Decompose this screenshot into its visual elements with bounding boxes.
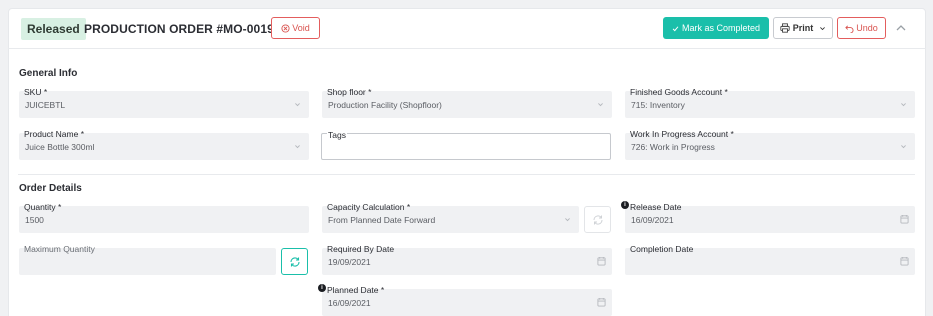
info-icon: i: [318, 284, 326, 292]
release-date-label: Release Date: [630, 202, 682, 212]
status-badge: Released: [21, 18, 86, 40]
product-name-label: Product Name *: [24, 129, 84, 139]
void-label: Void: [292, 23, 310, 33]
printer-icon: [780, 23, 790, 33]
undo-icon: [845, 24, 854, 33]
required-by-date-label: Required By Date: [327, 244, 395, 254]
tags-input[interactable]: Tags: [321, 130, 611, 160]
refresh-icon: [592, 214, 603, 225]
finished-goods-account-select[interactable]: Finished Goods Account * 715: Inventory: [625, 87, 915, 118]
caret-down-icon: [820, 26, 826, 30]
mark-as-completed-button[interactable]: Mark as Completed: [663, 17, 769, 39]
void-icon: [281, 23, 290, 33]
chevron-down-icon: [295, 145, 300, 149]
header-divider: [8, 48, 926, 49]
general-info-heading: General Info: [19, 68, 78, 79]
capacity-calculation-label: Capacity Calculation *: [327, 202, 411, 212]
refresh-icon: [289, 256, 300, 267]
calendar-icon: [597, 256, 606, 266]
undo-button[interactable]: Undo: [837, 17, 886, 39]
sku-select[interactable]: SKU * JUICEBTL: [19, 87, 309, 118]
calendar-icon: [900, 256, 909, 266]
order-details-heading: Order Details: [19, 183, 82, 194]
planned-date-label: Planned Date *: [327, 285, 385, 295]
wip-account-select[interactable]: Work In Progress Account * 726: Work in …: [625, 129, 915, 160]
completion-date-input[interactable]: Completion Date: [625, 244, 915, 275]
mark-as-completed-label: Mark as Completed: [681, 23, 761, 33]
maximum-quantity-input[interactable]: Maximum Quantity: [19, 244, 276, 275]
quantity-label: Quantity *: [24, 202, 62, 212]
wip-account-label: Work In Progress Account *: [630, 129, 734, 139]
quantity-value: 1500: [25, 215, 44, 225]
chevron-down-icon: [295, 103, 300, 107]
required-by-date-input[interactable]: Required By Date 19/09/2021: [322, 244, 612, 275]
chevron-down-icon: [901, 103, 906, 107]
product-name-select[interactable]: Product Name * Juice Bottle 300ml: [19, 129, 309, 160]
capacity-calculation-value: From Planned Date Forward: [328, 215, 436, 225]
shop-floor-value: Production Facility (Shopfloor): [328, 100, 442, 110]
quantity-input[interactable]: Quantity * 1500: [19, 202, 309, 233]
calendar-icon: [900, 214, 909, 224]
page-title: PRODUCTION ORDER #MO-00190: [84, 22, 281, 36]
chevron-down-icon: [901, 145, 906, 149]
collapse-button[interactable]: [893, 20, 909, 36]
print-label: Print: [792, 23, 814, 33]
chevron-up-icon: [896, 25, 906, 31]
product-name-value: Juice Bottle 300ml: [25, 142, 95, 152]
chevron-down-icon: [598, 103, 603, 107]
tags-label: Tags: [327, 130, 347, 140]
sku-label: SKU *: [24, 87, 48, 97]
chevron-down-icon: [565, 218, 570, 222]
planned-date-value: 16/09/2021: [328, 298, 371, 308]
section-divider: [18, 174, 915, 175]
calendar-icon: [597, 297, 606, 307]
required-by-date-value: 19/09/2021: [328, 257, 371, 267]
release-date-value: 16/09/2021: [631, 215, 674, 225]
maximum-quantity-label: Maximum Quantity: [24, 244, 95, 254]
undo-label: Undo: [856, 23, 878, 33]
sku-value: JUICEBTL: [25, 100, 66, 110]
shop-floor-select[interactable]: Shop floor * Production Facility (Shopfl…: [322, 87, 612, 118]
maximum-quantity-refresh-button[interactable]: [281, 248, 308, 275]
finished-goods-account-value: 715: Inventory: [631, 100, 685, 110]
capacity-refresh-button[interactable]: [584, 206, 611, 233]
completion-date-label: Completion Date: [630, 244, 694, 254]
planned-date-input[interactable]: Planned Date * 16/09/2021: [322, 285, 612, 316]
wip-account-value: 726: Work in Progress: [631, 142, 715, 152]
shop-floor-label: Shop floor *: [327, 87, 372, 97]
check-icon: [672, 25, 679, 31]
void-button[interactable]: Void: [271, 17, 320, 39]
info-icon: i: [621, 201, 629, 209]
release-date-input[interactable]: Release Date 16/09/2021: [625, 202, 915, 233]
finished-goods-account-label: Finished Goods Account *: [630, 87, 728, 97]
capacity-calculation-select[interactable]: Capacity Calculation * From Planned Date…: [322, 202, 579, 233]
print-button[interactable]: Print: [773, 17, 833, 39]
